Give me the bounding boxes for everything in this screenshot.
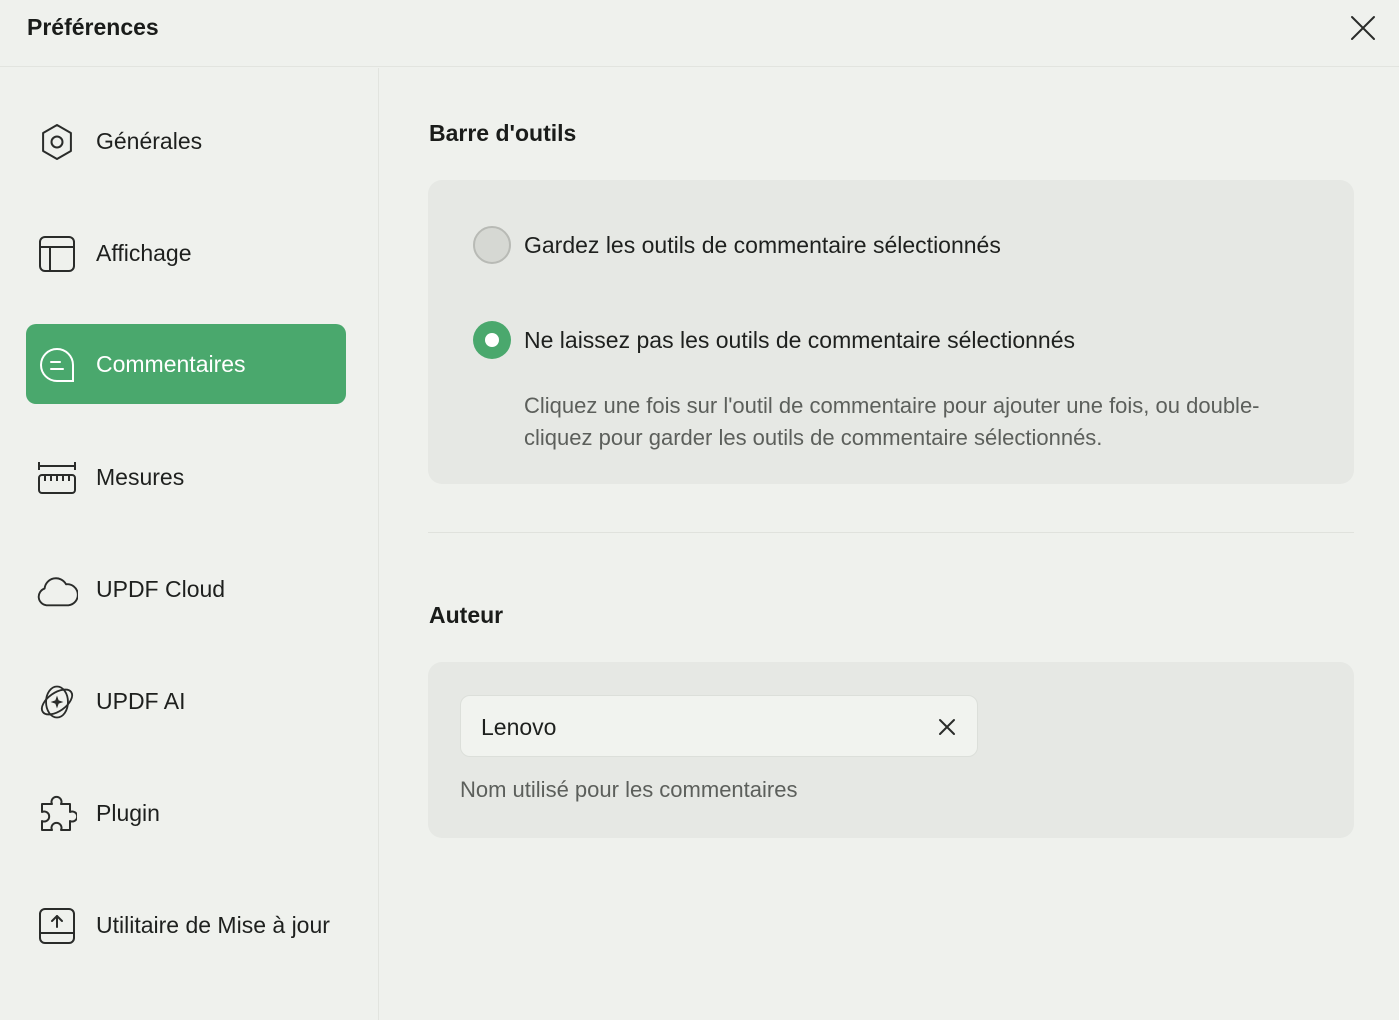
sidebar-item-generales[interactable]: Générales [26,101,346,181]
clear-input-button[interactable] [933,713,961,741]
comment-icon [36,344,78,386]
option-hint: Cliquez une fois sur l'outil de commenta… [524,393,1260,450]
sidebar-item-label: UPDF AI [96,687,186,714]
layout-icon [36,233,78,275]
option-label: Ne laissez pas les outils de commentaire… [524,326,1075,353]
option-keep-tools-selected[interactable]: Gardez les outils de commentaire sélecti… [473,226,1001,264]
author-section-title: Auteur [429,602,504,628]
sidebar-item-mise-a-jour[interactable]: Utilitaire de Mise à jour [26,885,346,965]
author-panel: Nom utilisé pour les commentaires [428,662,1354,838]
sidebar-item-label: Affichage [96,239,192,266]
gear-icon [36,121,78,163]
toolbar-options-panel: Gardez les outils de commentaire sélecti… [428,180,1354,484]
update-icon [36,905,78,947]
close-button[interactable] [1344,9,1382,47]
sidebar-item-updf-ai[interactable]: UPDF AI [26,661,346,741]
sidebar-item-plugin[interactable]: Plugin [26,773,346,853]
close-icon [1351,16,1375,40]
sidebar: Générales Affichage Commentaires Mesures… [0,68,379,1020]
sidebar-item-label: Plugin [96,799,160,826]
section-divider [428,532,1354,533]
sidebar-item-label: Mesures [96,463,185,490]
sidebar-item-label: Utilitaire de Mise à jour [96,911,330,938]
sidebar-item-commentaires[interactable]: Commentaires [26,324,346,404]
ai-sparkle-icon [36,681,78,723]
sidebar-item-label: Générales [96,127,203,154]
window-title: Préférences [27,14,159,40]
sidebar-item-updf-cloud[interactable]: UPDF Cloud [26,549,346,629]
clear-icon [939,719,955,735]
option-dont-keep-tools-selected[interactable]: Ne laissez pas les outils de commentaire… [473,321,1075,359]
author-field-container [460,695,978,757]
ruler-icon [36,457,78,499]
sidebar-item-label: UPDF Cloud [96,575,226,602]
cloud-icon [36,569,78,611]
author-input[interactable] [481,710,921,744]
puzzle-icon [36,793,78,835]
option-label: Gardez les outils de commentaire sélecti… [524,231,1001,258]
radio-unchecked[interactable] [473,226,511,264]
sidebar-item-label: Commentaires [96,350,246,377]
radio-checked[interactable] [473,321,511,359]
author-hint: Nom utilisé pour les commentaires [460,777,798,802]
sidebar-item-affichage[interactable]: Affichage [26,213,346,293]
toolbar-section-title: Barre d'outils [429,120,577,146]
title-bar: Préférences [0,0,1399,67]
sidebar-item-mesures[interactable]: Mesures [26,437,346,517]
